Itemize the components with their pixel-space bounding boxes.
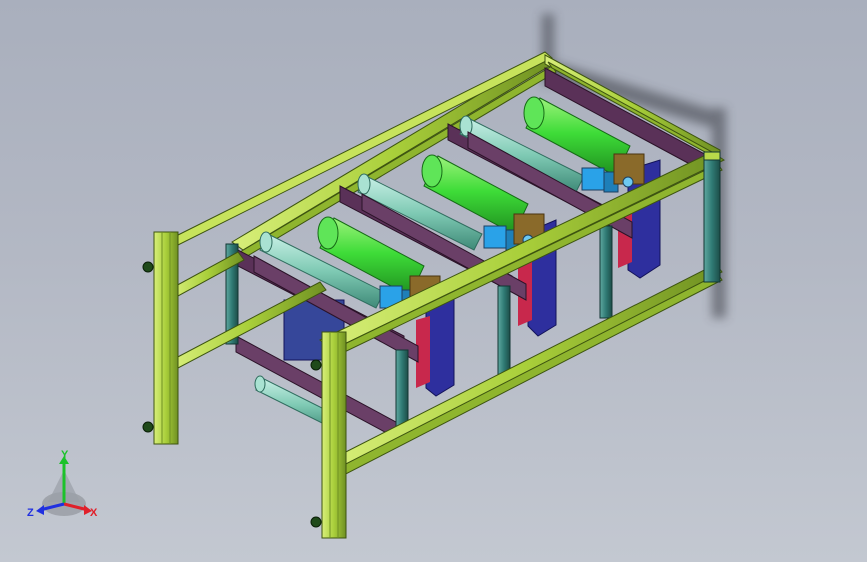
frame-right-post xyxy=(703,151,721,283)
cad-viewport[interactable]: Y X Z xyxy=(0,0,867,562)
conveyor-assembly-model[interactable] xyxy=(0,0,867,562)
y-axis-label: Y xyxy=(61,449,69,461)
x-axis-label: X xyxy=(90,507,98,519)
z-axis-arrow-icon xyxy=(36,505,44,515)
coordinate-triad: Y X Z xyxy=(27,449,98,519)
z-axis-label: Z xyxy=(27,507,34,519)
